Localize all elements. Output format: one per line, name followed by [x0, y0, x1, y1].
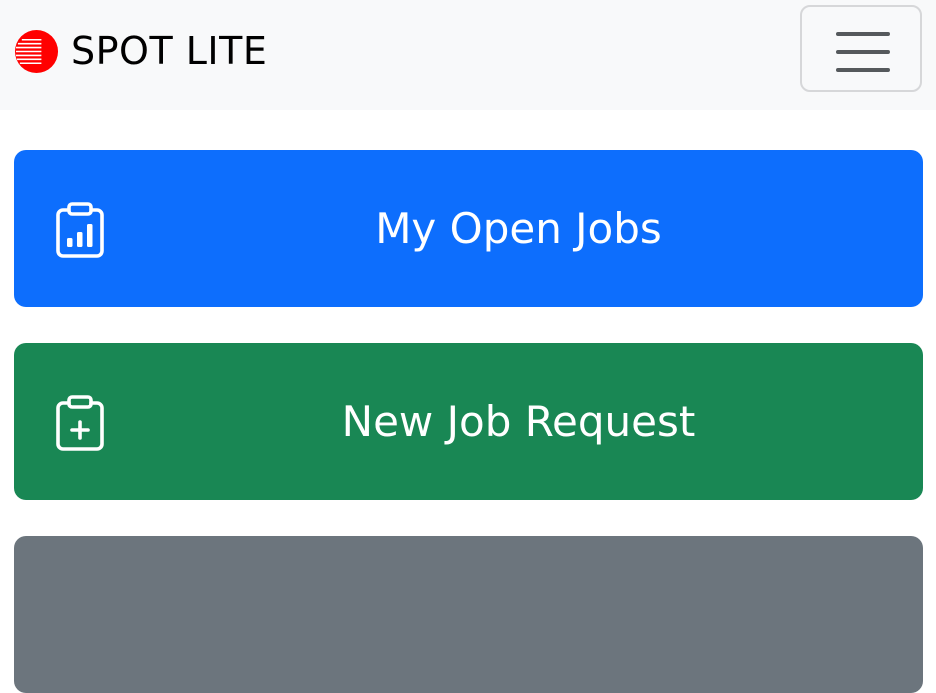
navbar: SPOT LITE [0, 0, 936, 110]
clipboard-plus-icon [56, 395, 104, 451]
menu-tile-3-button[interactable] [14, 536, 923, 693]
spot-logo-icon [14, 29, 59, 73]
clipboard-data-icon [56, 202, 104, 258]
new-job-request-label: New Job Request [341, 397, 696, 446]
my-open-jobs-label: My Open Jobs [375, 204, 662, 253]
brand-link[interactable]: SPOT LITE [14, 26, 267, 76]
hamburger-menu-icon [836, 32, 890, 72]
navbar-toggle-button[interactable] [800, 5, 922, 92]
my-open-jobs-button[interactable]: My Open Jobs [14, 150, 923, 307]
brand-title: SPOT LITE [71, 29, 268, 73]
new-job-request-button[interactable]: New Job Request [14, 343, 923, 500]
